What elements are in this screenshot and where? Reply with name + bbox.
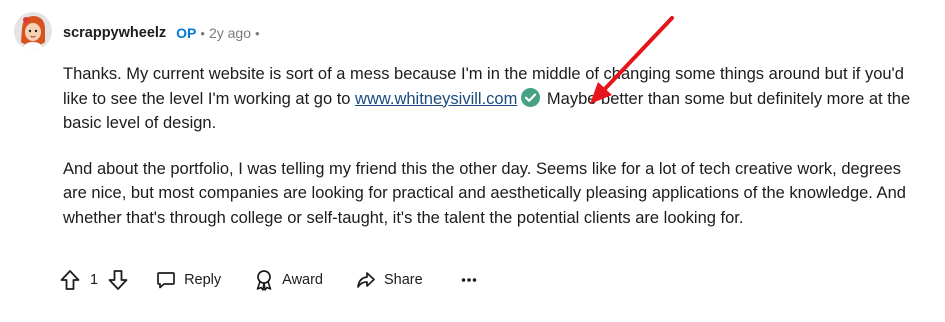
avatar-image — [14, 12, 52, 50]
arrow-down-icon — [108, 270, 128, 290]
speech-bubble-icon — [157, 272, 175, 289]
award-label: Award — [282, 272, 323, 288]
reply-button[interactable]: Reply — [156, 270, 221, 290]
separator-dot: • — [255, 25, 260, 41]
op-badge: OP — [176, 25, 197, 41]
username[interactable]: scrappywheelz — [63, 25, 166, 41]
comment: scrappywheelz OP • 2y ago • Thanks. My c… — [0, 0, 945, 322]
award-ribbon-icon — [256, 270, 272, 291]
verified-check-icon — [521, 87, 541, 107]
comment-body: Thanks. My current website is sort of a … — [63, 62, 913, 230]
comment-age[interactable]: 2y ago — [209, 25, 251, 41]
more-options-button[interactable] — [461, 277, 477, 283]
share-label: Share — [384, 272, 423, 288]
award-button[interactable]: Award — [254, 269, 323, 291]
website-link[interactable]: www.whitneysivill.com — [355, 90, 517, 108]
comment-paragraph: And about the portfolio, I was telling m… — [63, 159, 906, 227]
arrow-up-icon — [60, 270, 80, 290]
share-arrow-icon — [357, 272, 375, 288]
share-button[interactable]: Share — [356, 270, 423, 290]
comment-header: scrappywheelz OP • 2y ago • — [63, 22, 264, 44]
comment-paragraph: Thanks. My current website is sort of a … — [63, 62, 913, 136]
comment-action-bar: 1 Reply Award Share — [60, 266, 477, 294]
reply-label: Reply — [184, 272, 222, 288]
upvote-button[interactable] — [60, 269, 80, 291]
separator-dot: • — [200, 25, 205, 41]
downvote-button[interactable] — [108, 269, 128, 291]
avatar[interactable] — [14, 12, 52, 50]
ellipsis-icon — [461, 278, 477, 282]
vote-count: 1 — [90, 272, 99, 288]
